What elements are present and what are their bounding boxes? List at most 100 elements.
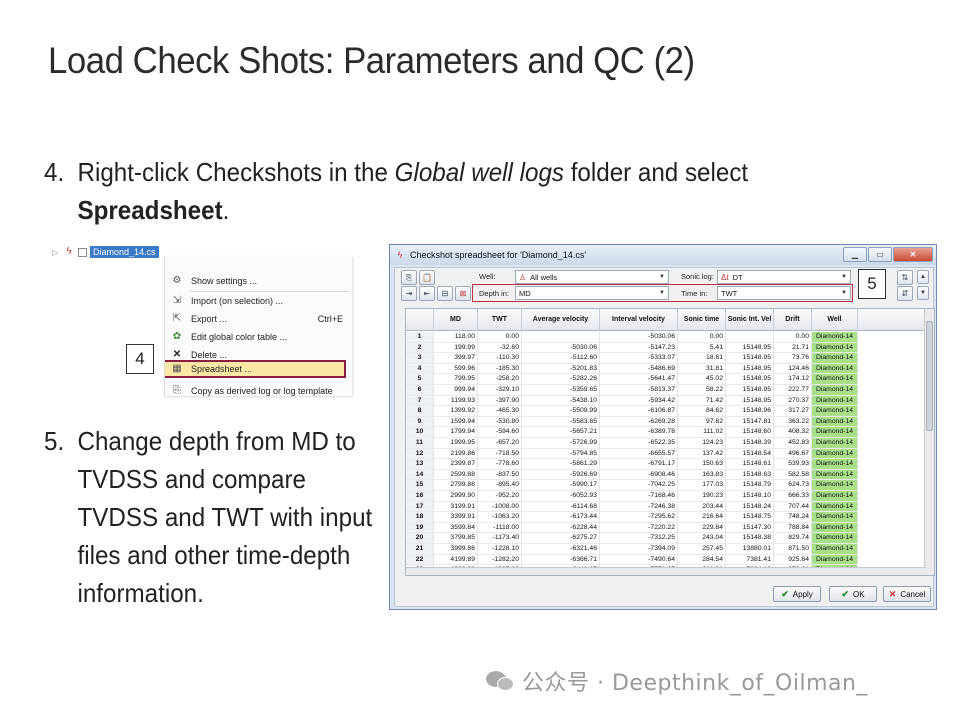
table-cell[interactable]: 84.62 <box>678 406 726 417</box>
table-cell[interactable]: -185.30 <box>478 363 522 375</box>
table-cell[interactable]: 999.94 <box>434 385 478 396</box>
table-cell[interactable]: -5926.69 <box>522 469 600 481</box>
table-cell[interactable]: 496.67 <box>774 448 812 460</box>
table-cell[interactable]: -397.90 <box>478 395 522 407</box>
table-cell[interactable]: 2599.88 <box>434 469 478 481</box>
column-header[interactable]: Drift <box>774 309 812 331</box>
table-cell[interactable]: 150.63 <box>678 459 726 470</box>
table-cell[interactable]: -6052.93 <box>522 491 600 502</box>
menu-item-import[interactable]: ⇲ Import (on selection) ... <box>165 292 352 310</box>
table-cell[interactable]: 2999.90 <box>434 491 478 502</box>
table-cell[interactable]: -6106.87 <box>600 406 678 417</box>
table-cell[interactable]: 15148.95 <box>726 363 774 375</box>
row-number[interactable]: 7 <box>406 395 434 407</box>
table-cell[interactable]: 58.22 <box>678 385 726 396</box>
table-cell[interactable]: -895.40 <box>478 480 522 491</box>
table-cell[interactable]: 15148.63 <box>726 469 774 481</box>
table-cell[interactable]: -6908.46 <box>600 469 678 481</box>
table-cell[interactable]: 15147.81 <box>726 416 774 428</box>
sonic-log-combo[interactable]: Δt DT ▼ <box>717 270 851 284</box>
table-cell[interactable]: Diamond-14 <box>812 363 858 375</box>
row-number[interactable]: 6 <box>406 385 434 396</box>
table-cell[interactable]: Diamond-14 <box>812 512 858 523</box>
column-header[interactable]: Sonic Int. Vel <box>726 309 774 331</box>
table-cell[interactable]: 799.95 <box>434 374 478 385</box>
table-cell[interactable]: 3799.85 <box>434 533 478 544</box>
table-cell[interactable]: -718.50 <box>478 448 522 460</box>
column-header[interactable]: TWT <box>478 309 522 331</box>
table-cell[interactable]: -1282.20 <box>478 554 522 566</box>
table-row[interactable]: 3 399.97 -110.30 -5112.60 -5333.07 18.61 15148… <box>406 353 934 364</box>
table-cell[interactable]: 3599.84 <box>434 522 478 534</box>
table-cell[interactable]: 2799.88 <box>434 480 478 491</box>
table-cell[interactable]: Diamond-14 <box>812 544 858 555</box>
table-cell[interactable]: -5438.10 <box>522 395 600 407</box>
column-header[interactable]: MD <box>434 309 478 331</box>
row-number[interactable]: 18 <box>406 512 434 523</box>
table-cell[interactable]: -5282.26 <box>522 374 600 385</box>
table-cell[interactable]: 1799.94 <box>434 427 478 438</box>
table-cell[interactable]: 2199.86 <box>434 448 478 460</box>
table-cell[interactable]: Diamond-14 <box>812 480 858 491</box>
table-cell[interactable]: -778.60 <box>478 459 522 470</box>
table-cell[interactable]: -5813.37 <box>600 385 678 396</box>
table-cell[interactable]: -258.20 <box>478 374 522 385</box>
table-cell[interactable]: 229.84 <box>678 522 726 534</box>
table-cell[interactable]: Diamond-14 <box>812 448 858 460</box>
table-row[interactable]: 8 1399.92 -465.30 -5509.99 -6106.87 84.62 1514… <box>406 406 934 417</box>
table-row[interactable]: 4 599.96 -185.30 -5201.83 -5486.69 31.81 15148… <box>406 363 934 375</box>
table-cell[interactable]: -5861.29 <box>522 459 600 470</box>
table-cell[interactable]: 748.24 <box>774 512 812 523</box>
table-cell[interactable]: 582.58 <box>774 469 812 481</box>
row-number[interactable]: 14 <box>406 469 434 481</box>
table-cell[interactable]: -7312.25 <box>600 533 678 544</box>
maximize-button[interactable]: ▭ <box>868 247 892 262</box>
table-cell[interactable]: Diamond-14 <box>812 385 858 396</box>
table-cell[interactable]: 190.23 <box>678 491 726 502</box>
table-row[interactable]: 14 2599.88 -837.50 -5926.69 -6908.46 163.83 15… <box>406 469 934 481</box>
table-cell[interactable]: -7168.46 <box>600 491 678 502</box>
table-cell[interactable]: -952.20 <box>478 491 522 502</box>
table-cell[interactable]: -6275.27 <box>522 533 600 544</box>
table-cell[interactable]: 871.50 <box>774 544 812 555</box>
table-cell[interactable]: -32.60 <box>478 342 522 354</box>
table-cell[interactable]: -5583.65 <box>522 416 600 428</box>
table-row[interactable]: 17 3199.91 -1008.00 -6114.68 -7246.38 203.44 1… <box>406 501 934 513</box>
table-cell[interactable]: Diamond-14 <box>812 332 858 343</box>
table-cell[interactable] <box>726 332 774 343</box>
table-cell[interactable]: 97.82 <box>678 416 726 428</box>
table-cell[interactable]: 15148.54 <box>726 448 774 460</box>
tree-checkbox[interactable] <box>78 247 87 257</box>
table-cell[interactable]: Diamond-14 <box>812 438 858 449</box>
menu-item-copy-derived[interactable]: ⎘ Copy as derived log or log template <box>165 382 352 396</box>
table-cell[interactable]: 15148.61 <box>726 459 774 470</box>
table-cell[interactable]: -5990.17 <box>522 480 600 491</box>
table-cell[interactable]: Diamond-14 <box>812 459 858 470</box>
table-cell[interactable]: -5934.42 <box>600 395 678 407</box>
table-row[interactable]: 22 4199.89 -1282.20 -6366.71 -7490.64 284.54 7… <box>406 554 934 566</box>
table-cell[interactable]: 15148.95 <box>726 342 774 354</box>
row-number[interactable]: 1 <box>406 332 434 343</box>
table-cell[interactable]: Diamond-14 <box>812 501 858 513</box>
table-cell[interactable]: Diamond-14 <box>812 469 858 481</box>
row-number[interactable]: 15 <box>406 480 434 491</box>
table-cell[interactable]: 270.37 <box>774 395 812 407</box>
table-cell[interactable]: 788.84 <box>774 522 812 534</box>
table-cell[interactable]: 15148.96 <box>726 406 774 417</box>
table-cell[interactable]: -5657.21 <box>522 427 600 438</box>
table-cell[interactable]: 925.64 <box>774 554 812 566</box>
table-cell[interactable]: Diamond-14 <box>812 416 858 428</box>
table-cell[interactable]: 15148.38 <box>726 533 774 544</box>
table-cell[interactable]: 174.12 <box>774 374 812 385</box>
table-cell[interactable]: -7220.22 <box>600 522 678 534</box>
table-cell[interactable]: -5030.06 <box>600 332 678 343</box>
table-cell[interactable]: 1599.94 <box>434 416 478 428</box>
table-row[interactable]: 5 799.95 -258.20 -5282.26 -5641.47 45.02 15148… <box>406 374 934 385</box>
table-cell[interactable]: -5201.83 <box>522 363 600 375</box>
table-cell[interactable]: 15148.95 <box>726 385 774 396</box>
table-cell[interactable]: -837.50 <box>478 469 522 481</box>
table-cell[interactable]: -5794.85 <box>522 448 600 460</box>
well-combo[interactable]: ♙ All wells ▼ <box>515 270 669 284</box>
table-cell[interactable]: 408.32 <box>774 427 812 438</box>
table-cell[interactable]: 21.71 <box>774 342 812 354</box>
